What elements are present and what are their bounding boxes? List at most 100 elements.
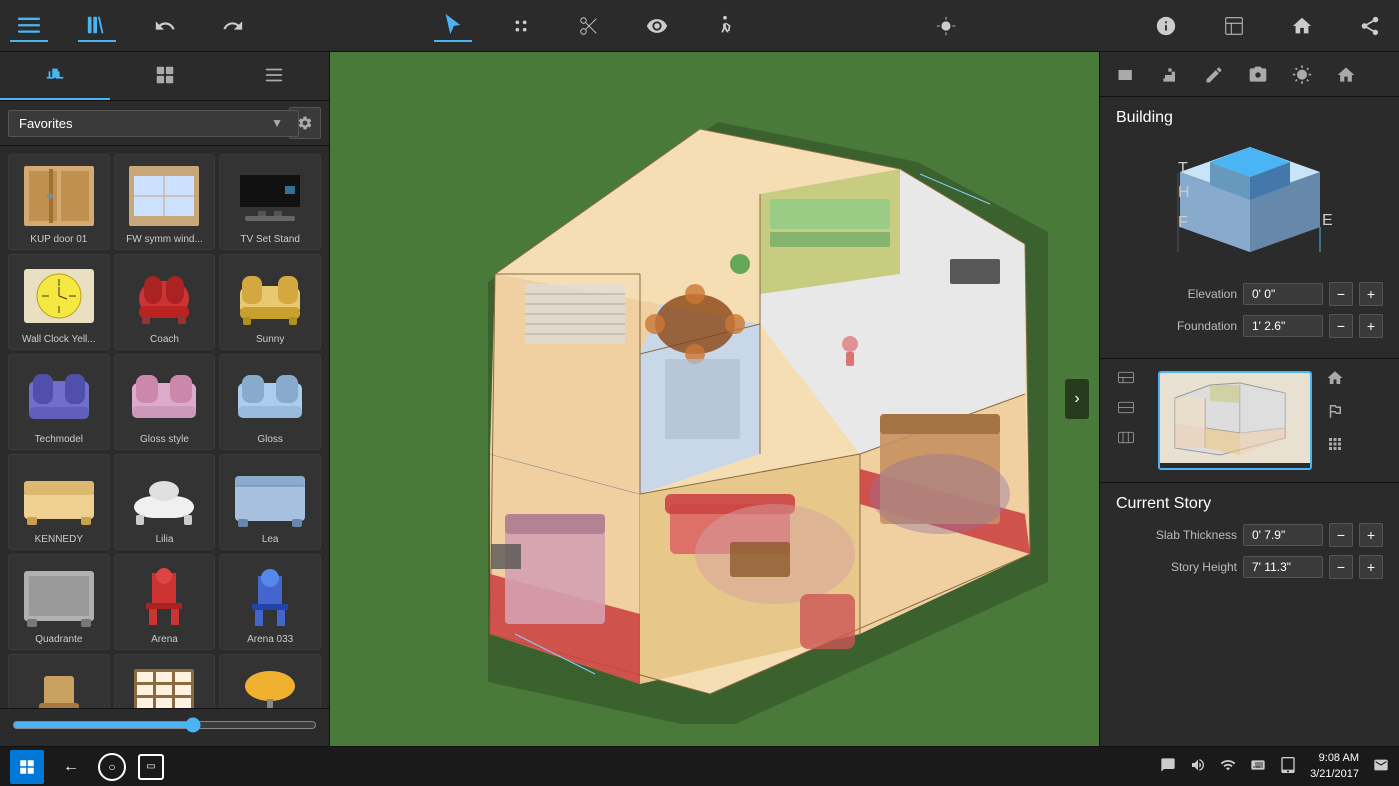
current-story-title: Current Story [1116,495,1383,513]
back-button[interactable]: ← [56,752,86,782]
slab-input[interactable] [1243,524,1323,546]
view-icon-2[interactable] [1112,397,1140,421]
story-height-label: Story Height [1116,560,1237,574]
elevation-row: Elevation − + [1116,282,1383,306]
item-coach[interactable]: Coach [114,254,216,350]
item-lilia[interactable]: Lilia [114,454,216,550]
furniture-tab[interactable] [0,52,110,100]
right-tab-tools[interactable] [1108,56,1144,96]
keyboard-icon[interactable] [1250,757,1266,776]
redo-button[interactable] [214,11,252,41]
item-chair2[interactable] [8,654,110,708]
materials-tab[interactable] [110,52,220,100]
building-section: Building [1100,97,1399,359]
library-button[interactable] [78,10,116,42]
view-2d-icon[interactable] [1326,402,1344,425]
foundation-plus-button[interactable]: + [1359,314,1383,338]
item-sunny[interactable]: Sunny [219,254,321,350]
item-techmodel[interactable]: Techmodel [8,354,110,450]
item-arena[interactable]: Arena [114,554,216,650]
item-arena033[interactable]: Arena 033 [219,554,321,650]
view-3d-icon[interactable] [1326,369,1344,392]
item-label: KUP door 01 [13,234,105,245]
apps-button[interactable]: ▭ [138,754,164,780]
story-height-plus-button[interactable]: + [1359,555,1383,579]
export-button[interactable] [1215,11,1253,41]
item-gloss[interactable]: Gloss [219,354,321,450]
item-kup-door[interactable]: KUP door 01 [8,154,110,250]
floor-plan-thumbnail[interactable] [1158,371,1312,470]
foundation-input[interactable] [1243,315,1323,337]
expand-panel-button[interactable]: › [1065,379,1089,419]
item-wall-clock[interactable]: Wall Clock Yell... [8,254,110,350]
item-label: KENNEDY [13,534,105,545]
cursor-button[interactable] [434,10,472,42]
item-fw-window[interactable]: FW symm wind... [114,154,216,250]
right-tab-sun[interactable] [1284,56,1320,96]
item-label: Gloss [224,434,316,445]
right-panel: Building [1099,52,1399,746]
share-button[interactable] [1351,11,1389,41]
item-quadrante[interactable]: Quadrante [8,554,110,650]
chat-icon[interactable] [1160,757,1176,776]
undo-button[interactable] [146,11,184,41]
zoom-slider[interactable] [12,717,317,733]
network-icon[interactable] [1220,757,1236,776]
item-bookcase[interactable] [114,654,216,708]
foundation-minus-button[interactable]: − [1329,314,1353,338]
right-tab-stamp[interactable] [1152,56,1188,96]
menu-button[interactable] [10,10,48,42]
slab-row: Slab Thickness − + [1116,523,1383,547]
item-kennedy[interactable]: KENNEDY [8,454,110,550]
right-tab-camera[interactable] [1240,56,1276,96]
left-panel: Favorites ▼ [0,52,330,746]
svg-text:E: E [1322,212,1333,229]
item-label: Lilia [119,534,211,545]
elevation-input[interactable] [1243,283,1323,305]
favorites-dropdown[interactable]: Favorites [8,110,299,137]
elevation-plus-button[interactable]: + [1359,282,1383,306]
item-label: Sunny [224,334,316,345]
item-thumb [124,261,204,331]
story-height-minus-button[interactable]: − [1329,555,1353,579]
slab-label: Slab Thickness [1116,528,1237,542]
walk-button[interactable] [706,11,744,41]
item-thumb [124,661,204,708]
home-toolbar-button[interactable] [1283,11,1321,41]
volume-icon[interactable] [1190,757,1206,776]
story-height-row: Story Height − + [1116,555,1383,579]
item-tv-stand[interactable]: TV Set Stand [219,154,321,250]
current-story-section: Current Story Slab Thickness − + Story H… [1100,483,1399,599]
item-lea[interactable]: Lea [219,454,321,550]
item-label: Wall Clock Yell... [13,334,105,345]
item-thumb [230,461,310,531]
story-height-input[interactable] [1243,556,1323,578]
tablet-icon[interactable] [1280,757,1296,776]
item-gloss-style[interactable]: Gloss style [114,354,216,450]
floor-plan-area[interactable] [330,52,1099,746]
slab-plus-button[interactable]: + [1359,523,1383,547]
building-title: Building [1116,109,1383,127]
item-thumb [124,361,204,431]
list-tab[interactable] [219,52,329,100]
right-tabs [1100,52,1399,97]
right-tab-home[interactable] [1328,56,1364,96]
start-button[interactable] [10,750,44,784]
sun-button[interactable] [927,11,965,41]
item-thumb [19,561,99,631]
slab-minus-button[interactable]: − [1329,523,1353,547]
view-icon-3[interactable] [1112,427,1140,451]
home-button[interactable]: ○ [98,753,126,781]
scissors-button[interactable] [570,11,608,41]
layout-button[interactable] [502,11,540,41]
view-icon-1[interactable] [1112,367,1140,391]
elevation-minus-button[interactable]: − [1329,282,1353,306]
view-flat-icon[interactable] [1326,435,1344,458]
eye-button[interactable] [638,11,676,41]
info-button[interactable] [1147,11,1185,41]
notifications-icon[interactable] [1373,757,1389,776]
item-lamp[interactable] [219,654,321,708]
item-label: Gloss style [119,434,211,445]
center-canvas[interactable]: › [330,52,1099,746]
right-tab-paint[interactable] [1196,56,1232,96]
